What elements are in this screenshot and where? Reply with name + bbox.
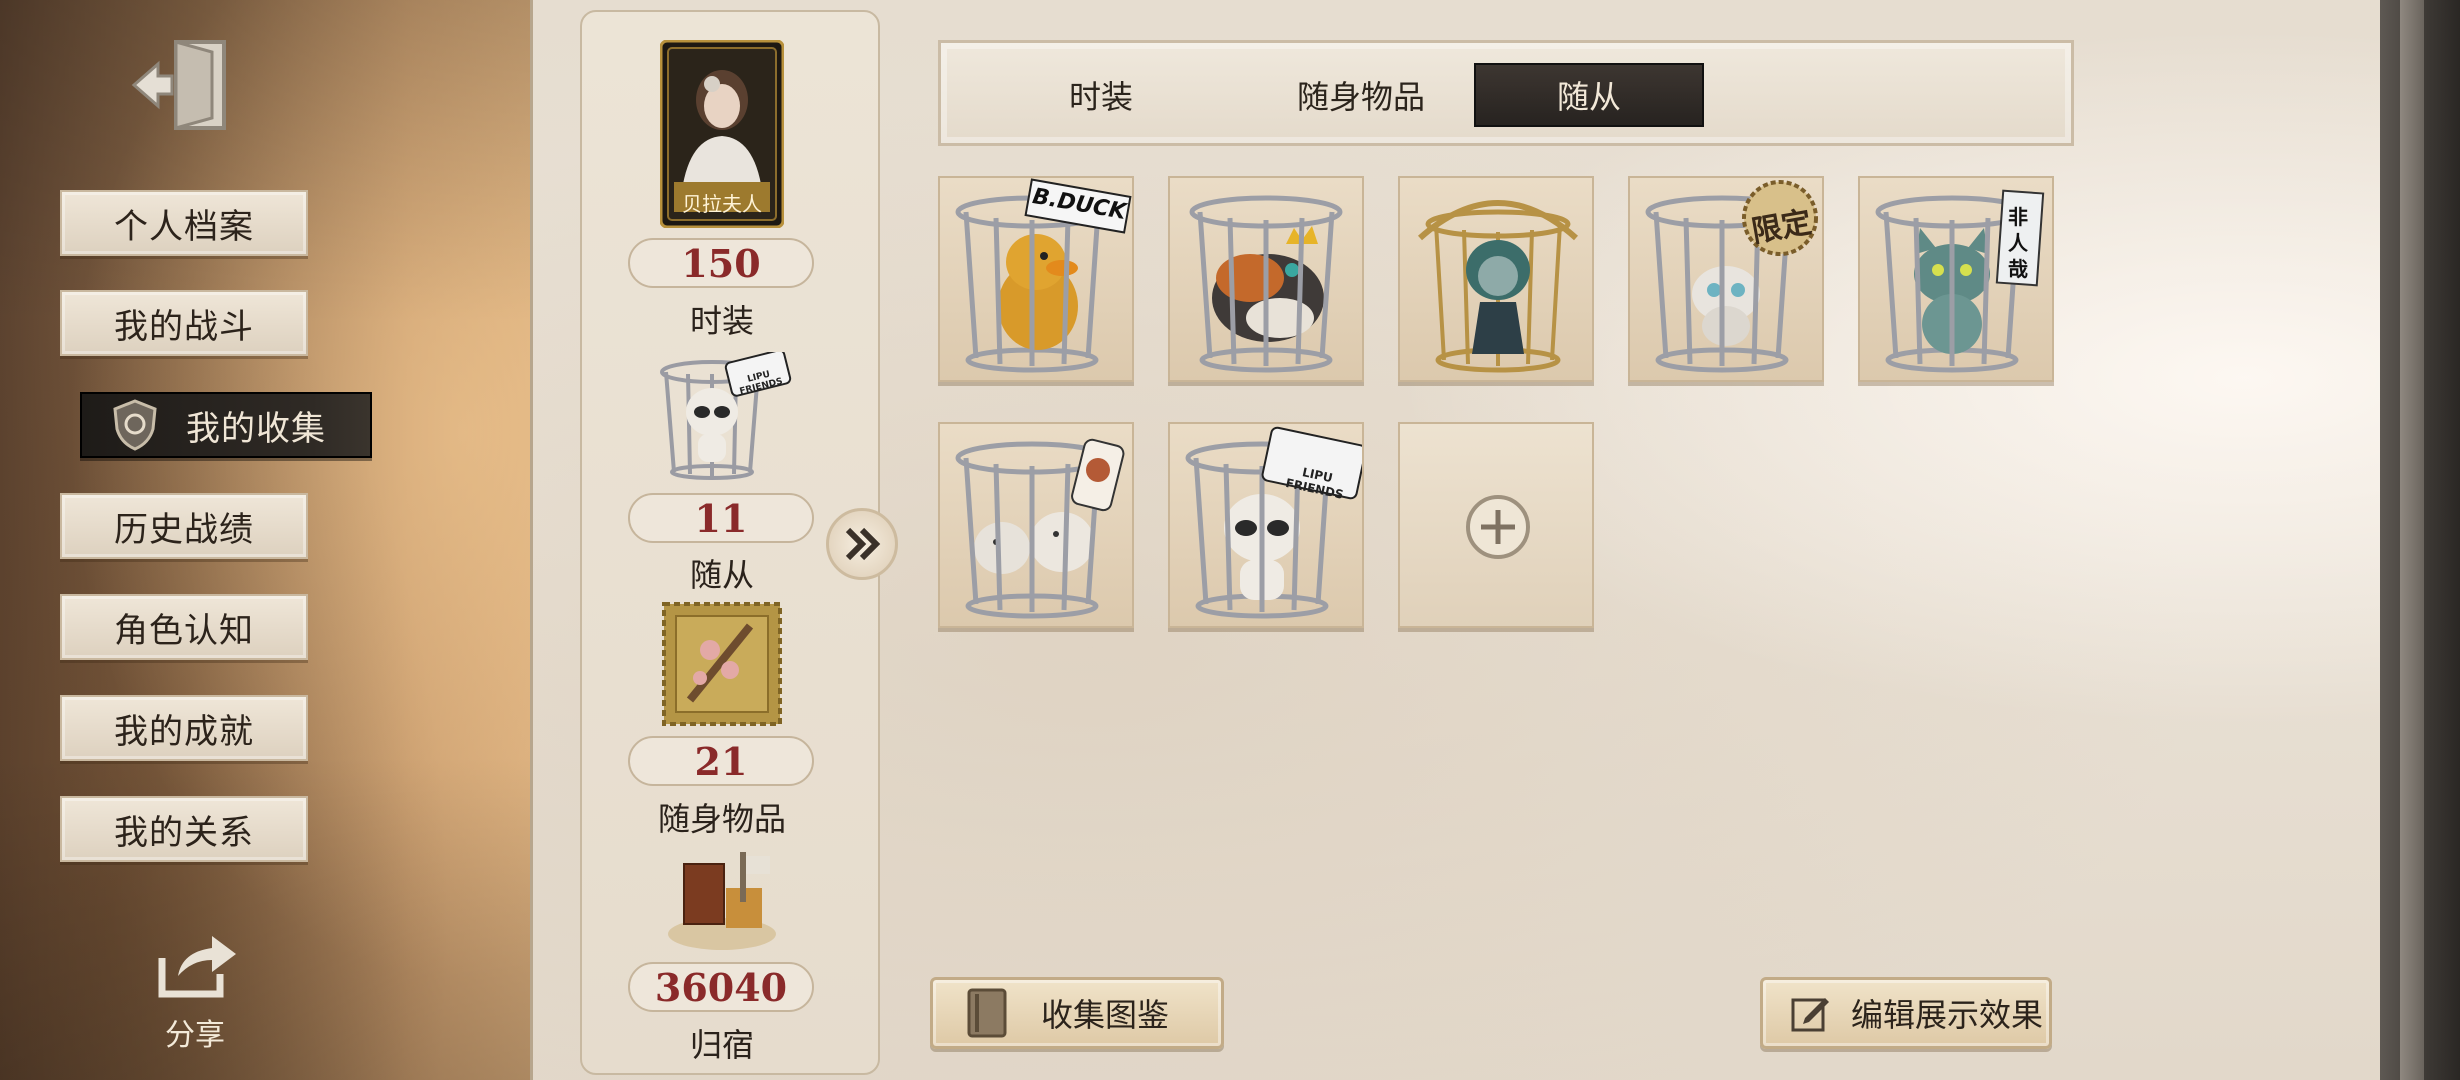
menu-item-label: 我的战斗 <box>114 306 254 347</box>
menu-item-achievements[interactable]: 我的成就 <box>60 695 308 761</box>
menu-item-character-knowledge[interactable]: 角色认知 <box>60 594 308 660</box>
tab-costume[interactable]: 时装 <box>1001 63 1201 127</box>
medusa-doll-pet-image <box>1417 200 1579 373</box>
crowned-cat-pet-image <box>1189 195 1343 373</box>
share-label: 分享 <box>165 1018 225 1053</box>
left-menu-panel: 个人档案 我的战斗 我的收集 历史战绩 角色认知 我的成就 我的关系 分享 <box>0 0 545 1080</box>
costume-count: 150 <box>628 238 814 288</box>
costume-label: 时装 <box>689 302 754 340</box>
pet-card-crowned-cat[interactable] <box>1168 176 1364 382</box>
book-icon <box>967 988 1007 1038</box>
pet-card-duck[interactable]: B.DUCK <box>938 176 1134 382</box>
menu-item-history[interactable]: 历史战绩 <box>60 493 308 559</box>
accessory-thumbnail[interactable] <box>660 600 784 732</box>
category-tab-bar: 时装 随身物品 随从 <box>938 40 2074 146</box>
accessory-count: 21 <box>628 736 814 786</box>
home-count: 36040 <box>628 962 814 1012</box>
character-card[interactable]: 贝拉夫人 <box>659 39 785 232</box>
menu-item-label: 我的关系 <box>114 812 254 853</box>
home-label: 归宿 <box>689 1026 754 1064</box>
tab-pets[interactable]: 随从 <box>1474 63 1704 127</box>
menu-item-collection[interactable]: 我的收集 <box>80 392 372 458</box>
share-button[interactable]: 分享 <box>150 930 240 1053</box>
expand-button[interactable] <box>826 508 898 580</box>
character-card-name: 贝拉夫人 <box>682 192 762 216</box>
menu-item-profile[interactable]: 个人档案 <box>60 190 308 256</box>
double-chevron-right-icon <box>845 527 881 561</box>
add-pet-slot[interactable] <box>1398 422 1594 628</box>
menu-item-label: 个人档案 <box>114 206 254 247</box>
edit-display-label: 编辑展示效果 <box>1851 996 2044 1034</box>
pet-card-chicks[interactable] <box>938 422 1134 628</box>
edit-icon <box>1791 998 1829 1032</box>
menu-item-battles[interactable]: 我的战斗 <box>60 290 308 356</box>
pet-label: 随从 <box>689 556 754 594</box>
menu-item-relations[interactable]: 我的关系 <box>60 796 308 862</box>
exit-icon <box>131 40 226 130</box>
teal-cat-pet-badge: 非人哉 <box>2008 205 2028 281</box>
plus-icon <box>1466 495 1530 559</box>
pet-card-medusa-doll[interactable] <box>1398 176 1594 382</box>
menu-item-label: 角色认知 <box>114 610 254 651</box>
home-thumbnail[interactable] <box>660 848 784 962</box>
home-decor-image <box>668 852 776 950</box>
right-edge-strip <box>2380 0 2460 1080</box>
pet-card-teal-cat[interactable]: 非人哉 <box>1858 176 2054 382</box>
share-icon <box>158 936 236 998</box>
accessory-label: 随身物品 <box>657 800 786 838</box>
shield-emblem-icon <box>113 399 157 451</box>
menu-item-label: 历史战绩 <box>114 509 254 550</box>
chicks-pet-image <box>955 438 1125 619</box>
exit-button[interactable] <box>128 30 238 140</box>
menu-item-label: 我的成就 <box>114 711 254 752</box>
collection-guide-button[interactable]: 收集图鉴 <box>930 977 1224 1049</box>
pet-card-white-cat[interactable]: 限定 <box>1628 176 1824 382</box>
lipu-doll-pet-image <box>1185 426 1362 619</box>
pet-card-lipu-doll[interactable]: LIPU FRIENDS <box>1168 422 1364 628</box>
collection-guide-label: 收集图鉴 <box>1041 996 1170 1034</box>
edit-display-button[interactable]: 编辑展示效果 <box>1760 977 2052 1049</box>
pet-thumbnail[interactable]: LIPU FRIENDS <box>652 349 792 486</box>
tab-accessories[interactable]: 随身物品 <box>1246 63 1476 127</box>
stamp-accessory-image <box>662 602 782 726</box>
menu-item-label: 我的收集 <box>186 408 326 449</box>
pet-count: 11 <box>628 493 814 543</box>
